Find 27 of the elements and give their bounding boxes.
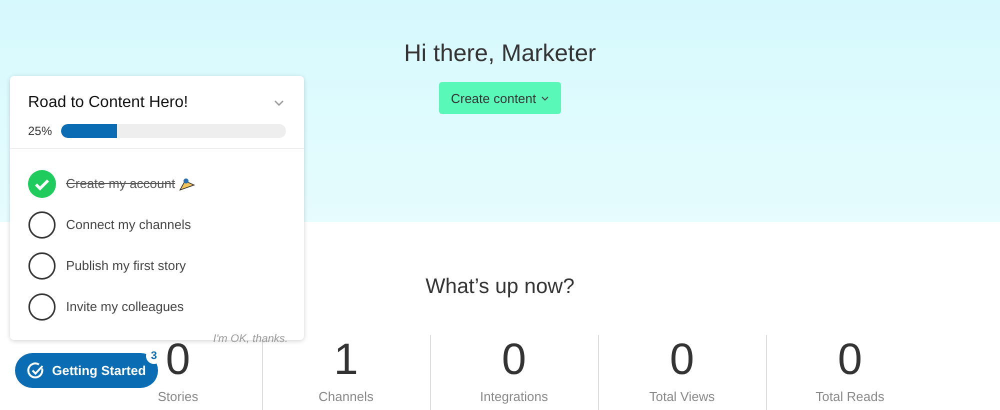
chevron-icon[interactable] — [274, 100, 284, 106]
stat-label: Total Views — [649, 389, 715, 404]
stat-value: 1 — [334, 335, 358, 385]
check-badge-icon — [27, 362, 45, 380]
stat-label: Stories — [158, 389, 198, 404]
stat-label: Total Reads — [816, 389, 884, 404]
checklist-title: Road to Content Hero! — [28, 94, 188, 112]
task-label: Publish my first story — [66, 258, 186, 273]
stat-value: 0 — [670, 335, 694, 385]
stat-label: Integrations — [480, 389, 548, 404]
caret-icon — [541, 96, 550, 100]
task-label: Create my account — [66, 176, 176, 191]
check-circle-icon[interactable] — [28, 170, 56, 198]
section-title: What’s up now? — [425, 275, 575, 299]
stat-value: 0 — [838, 335, 862, 385]
empty-circle-icon[interactable] — [28, 252, 56, 280]
progress-percent: 25% — [28, 124, 52, 138]
rocket-icon — [179, 176, 196, 190]
stat-label: Channels — [318, 389, 374, 404]
greeting: Hi there, Marketer — [404, 40, 596, 68]
task-label: Invite my colleagues — [66, 299, 184, 314]
stat-value: 0 — [166, 335, 190, 385]
stat-value: 0 — [502, 335, 526, 385]
create-content-button[interactable]: Create content — [438, 82, 562, 114]
empty-circle-icon[interactable] — [28, 292, 56, 320]
empty-circle-icon[interactable] — [28, 210, 56, 238]
task-label: Connect my channels — [66, 217, 192, 232]
